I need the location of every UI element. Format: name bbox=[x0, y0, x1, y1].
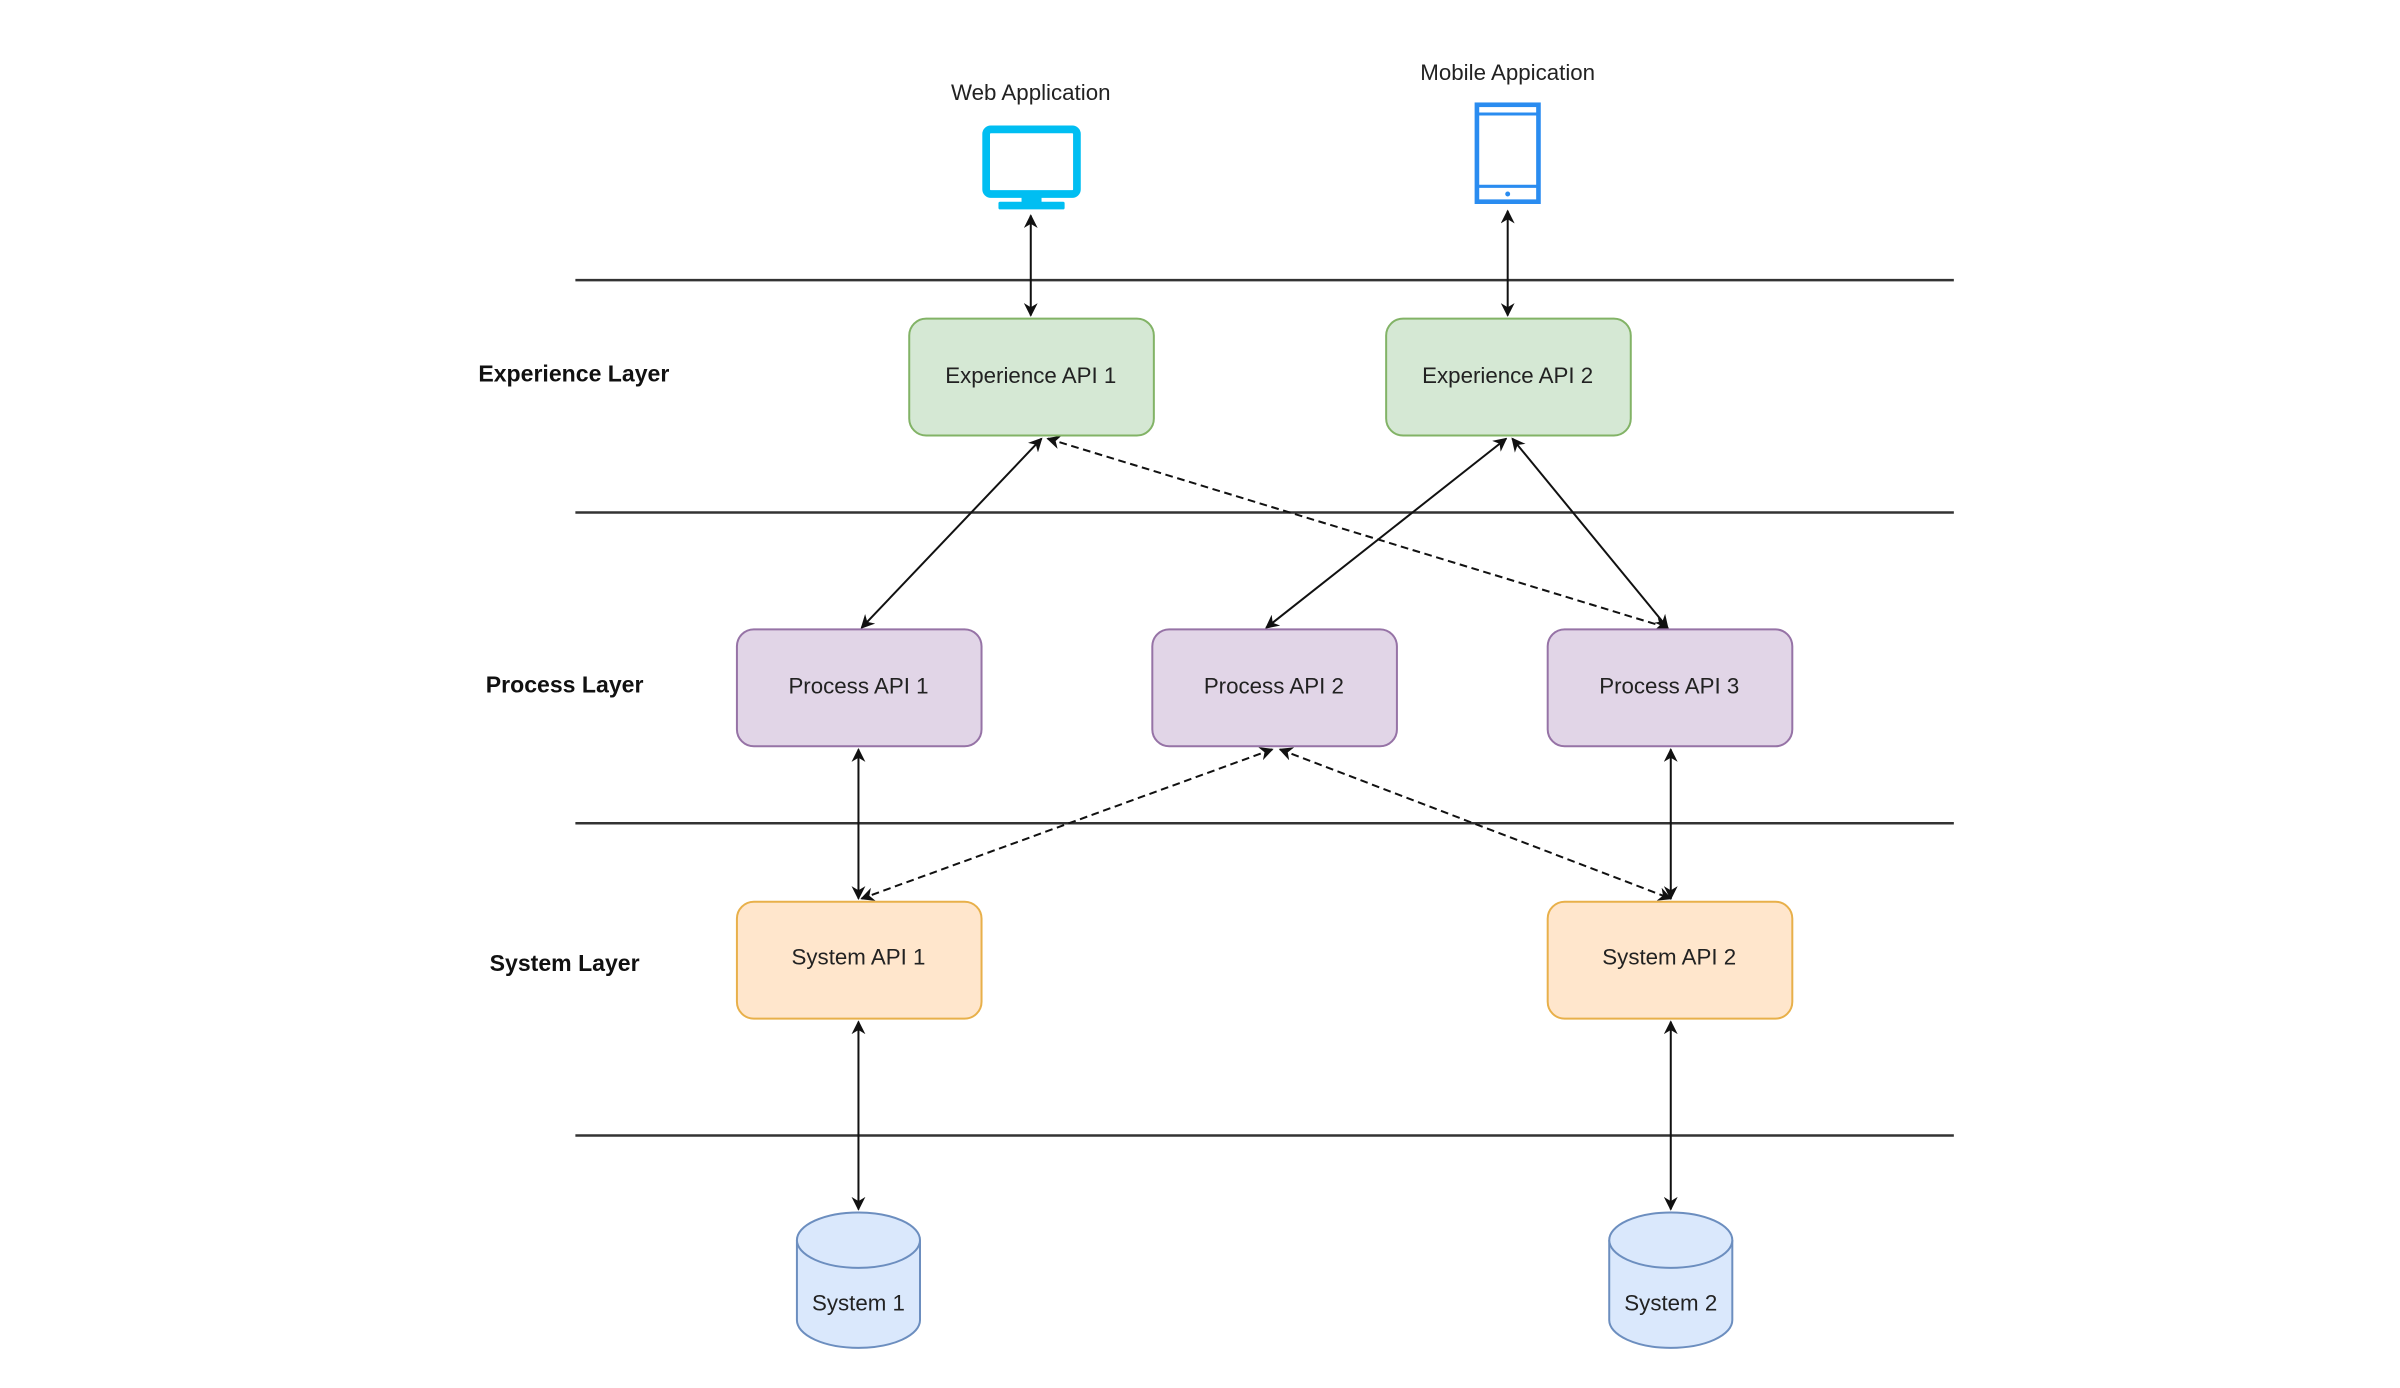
process-api-1[interactable]: Process API 1 bbox=[735, 628, 983, 748]
architecture-diagram: Experience Layer Process Layer System La… bbox=[478, 60, 1954, 1349]
system-1-label: System 1 bbox=[812, 1291, 905, 1316]
edge-exp2-proc3 bbox=[1511, 437, 1669, 629]
web-application-label: Web Application bbox=[951, 80, 1111, 105]
mobile-application-label: Mobile Appication bbox=[1420, 60, 1595, 85]
mobile-phone-icon bbox=[1474, 102, 1541, 205]
system-api-1-label: System API 1 bbox=[792, 945, 926, 970]
experience-api-1-label: Experience API 1 bbox=[945, 363, 1116, 388]
process-api-1-label: Process API 1 bbox=[788, 674, 928, 699]
process-api-2-label: Process API 2 bbox=[1204, 674, 1344, 699]
layer-label-experience: Experience Layer bbox=[478, 361, 669, 387]
system-api-2-label: System API 2 bbox=[1602, 945, 1736, 970]
experience-api-2[interactable]: Experience API 2 bbox=[1385, 317, 1632, 437]
experience-api-1[interactable]: Experience API 1 bbox=[908, 317, 1155, 437]
process-api-2[interactable]: Process API 2 bbox=[1151, 628, 1398, 748]
edge-exp2-proc2 bbox=[1265, 437, 1508, 629]
system-api-1[interactable]: System API 1 bbox=[735, 900, 983, 1020]
experience-api-2-label: Experience API 2 bbox=[1422, 363, 1593, 388]
system-api-2[interactable]: System API 2 bbox=[1546, 900, 1794, 1020]
system-2-label: System 2 bbox=[1624, 1291, 1717, 1316]
layer-label-process: Process Layer bbox=[486, 671, 644, 697]
database-icon[interactable]: System 2 bbox=[1608, 1211, 1734, 1349]
edge-exp1-proc3 bbox=[1046, 435, 1670, 631]
monitor-icon bbox=[982, 125, 1081, 210]
process-api-3[interactable]: Process API 3 bbox=[1546, 628, 1794, 748]
layer-label-system: System Layer bbox=[490, 950, 640, 976]
database-icon[interactable]: System 1 bbox=[795, 1211, 921, 1349]
process-api-3-label: Process API 3 bbox=[1599, 674, 1739, 699]
edge-exp1-proc1 bbox=[860, 437, 1043, 629]
